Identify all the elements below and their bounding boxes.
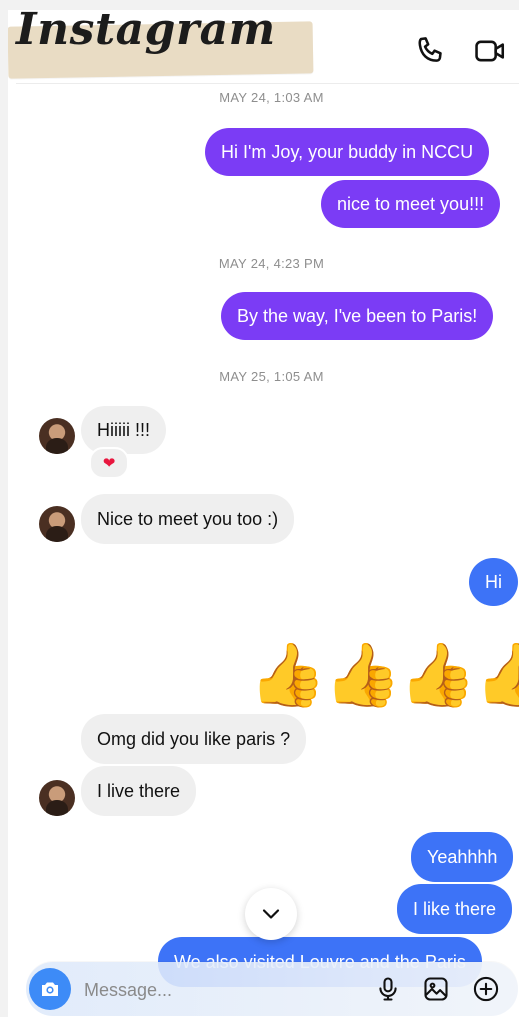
avatar[interactable] bbox=[39, 506, 75, 542]
avatar[interactable] bbox=[39, 418, 75, 454]
microphone-icon[interactable] bbox=[374, 975, 402, 1003]
video-icon[interactable] bbox=[473, 34, 507, 68]
avatar[interactable] bbox=[39, 780, 75, 816]
heart-reaction-icon[interactable]: ❤ bbox=[89, 447, 129, 479]
thumbs-up-emoji-message[interactable]: 👍👍👍👍 bbox=[249, 640, 519, 710]
camera-icon bbox=[42, 982, 58, 996]
outgoing-message[interactable]: nice to meet you!!! bbox=[321, 180, 501, 228]
incoming-message[interactable]: I live there bbox=[81, 766, 197, 816]
brand-title: Instagram bbox=[16, 10, 276, 55]
chat-screen: Instagram MAY 24, 1:03 AM Hi I'm Joy, yo… bbox=[8, 10, 519, 1017]
camera-button[interactable] bbox=[29, 968, 71, 1010]
message-input[interactable] bbox=[82, 974, 336, 1006]
timestamp: MAY 24, 4:23 PM bbox=[218, 256, 325, 271]
timestamp: MAY 24, 1:03 AM bbox=[219, 90, 324, 105]
incoming-message[interactable]: Omg did you like paris ? bbox=[81, 714, 307, 764]
outgoing-message[interactable]: By the way, I've been to Paris! bbox=[221, 292, 494, 340]
timestamp: MAY 25, 1:05 AM bbox=[219, 369, 324, 384]
plus-circle-icon[interactable] bbox=[472, 975, 500, 1003]
message-composer bbox=[26, 962, 518, 1016]
outgoing-message[interactable]: I like there bbox=[397, 884, 513, 934]
outgoing-message[interactable]: Hi I'm Joy, your buddy in NCCU bbox=[205, 128, 490, 176]
scroll-down-button[interactable] bbox=[245, 888, 297, 940]
outgoing-message[interactable]: Hi bbox=[469, 558, 518, 606]
incoming-message[interactable]: Hiiiii !!! bbox=[81, 406, 166, 454]
chevron-down-icon bbox=[262, 909, 280, 919]
phone-icon[interactable] bbox=[414, 34, 448, 68]
outgoing-message[interactable]: Yeahhhh bbox=[411, 832, 514, 882]
incoming-message[interactable]: Nice to meet you too :) bbox=[81, 494, 295, 544]
header-divider bbox=[16, 83, 519, 84]
gallery-icon[interactable] bbox=[422, 975, 450, 1003]
